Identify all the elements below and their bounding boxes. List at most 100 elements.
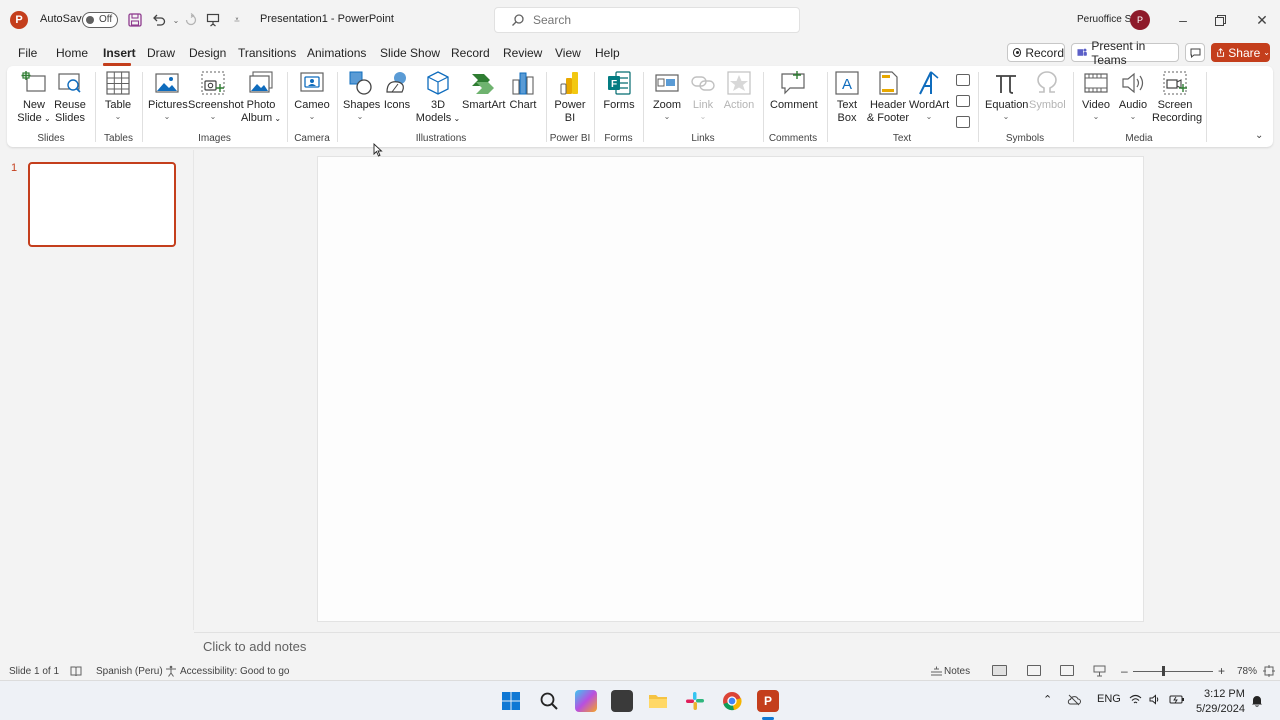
collapse-ribbon-icon[interactable]: ⌄ [1255,130,1263,141]
zoom-slider-thumb[interactable] [1162,666,1165,676]
zoom-in-icon[interactable]: + [1218,664,1225,678]
windows-start-icon[interactable] [500,690,522,712]
pictures-button[interactable]: Pictures ⌄ [148,70,188,122]
onedrive-icon[interactable] [1067,694,1081,706]
pictures-icon [155,73,179,93]
minimize-icon[interactable]: – [1173,10,1193,30]
slide-number-icon[interactable] [956,95,970,107]
normal-view-icon[interactable] [992,665,1007,676]
search-box[interactable] [494,7,800,33]
chrome-icon[interactable] [721,690,743,712]
tab-insert[interactable]: Insert [103,46,136,60]
zoom-slider[interactable] [1133,671,1213,672]
spelling-check-icon[interactable] [70,665,82,677]
file-explorer-icon[interactable] [647,690,669,712]
present-from-beginning-icon[interactable] [203,10,223,30]
avatar[interactable]: P [1130,10,1150,30]
screen-recording-button[interactable]: Screen Recording [1152,70,1202,125]
icons-button[interactable]: Icons [382,70,412,112]
powerpoint-taskbar-icon[interactable]: P [757,690,779,712]
action-icon [727,71,751,95]
notes-placeholder[interactable]: Click to add notes [203,639,306,654]
taskbar-search-icon[interactable] [538,690,560,712]
notifications-bell-icon[interactable] [1251,694,1263,707]
symbol-button[interactable]: Symbol [1029,70,1066,112]
tab-slide-show[interactable]: Slide Show [380,46,440,60]
reading-view-icon[interactable] [1060,665,1074,676]
screenshot-button[interactable]: Screenshot ⌄ [188,70,244,122]
chart-button[interactable]: Chart [508,70,538,112]
new-slide-button[interactable]: New Slide ⌄ [17,70,51,125]
tab-design[interactable]: Design [189,46,226,60]
restore-icon[interactable] [1210,10,1230,30]
table-label: Table [104,99,132,111]
tab-record[interactable]: Record [451,46,490,60]
photo-album-button[interactable]: Photo Album ⌄ [240,70,282,125]
accessibility-status[interactable]: Accessibility: Good to go [180,666,290,677]
record-button[interactable]: Record [1007,43,1065,62]
input-language[interactable]: ENG [1097,693,1121,705]
wifi-icon[interactable] [1129,694,1142,705]
tab-home[interactable]: Home [56,46,88,60]
text-box-button[interactable]: A Text Box [833,70,861,125]
volume-icon[interactable] [1149,694,1161,705]
fit-to-window-icon[interactable] [1263,665,1275,677]
slide-sorter-icon[interactable] [1027,665,1041,676]
link-button[interactable]: Link ⌄ [688,70,718,122]
comments-icon[interactable] [1185,43,1205,62]
tab-transitions[interactable]: Transitions [238,46,296,60]
object-icon[interactable] [956,116,970,128]
notes-divider[interactable] [194,632,1280,633]
present-in-teams-button[interactable]: Present in Teams [1071,39,1179,67]
3d-models-button[interactable]: 3D Models ⌄ [415,70,461,125]
table-button[interactable]: Table ⌄ [103,70,133,122]
smartart-button[interactable]: SmartArt [462,70,505,112]
comment-button[interactable]: Comment [770,70,818,112]
forms-button[interactable]: F Forms [602,70,636,112]
zoom-level[interactable]: 78% [1237,666,1257,677]
autosave-toggle[interactable]: Off [82,12,118,28]
header-footer-label-2: & Footer [866,112,910,124]
screenshot-label: Screenshot [188,99,244,111]
zoom-out-icon[interactable]: – [1121,664,1128,678]
slack-icon[interactable] [684,690,706,712]
wordart-button[interactable]: WordArt ⌄ [909,70,949,122]
close-icon[interactable]: ✕ [1252,10,1272,30]
slide-show-icon[interactable] [1093,665,1106,677]
shapes-button[interactable]: Shapes ⌄ [343,70,380,122]
audio-button[interactable]: Audio ⌄ [1117,70,1149,122]
tab-review[interactable]: Review [503,46,542,60]
power-bi-button[interactable]: Power BI [553,70,587,125]
teams-icon [1077,48,1087,56]
tab-draw[interactable]: Draw [147,46,175,60]
customize-qat-icon[interactable]: ⩡ [227,10,247,30]
group-divider [827,72,828,142]
zoom-button[interactable]: Zoom ⌄ [650,70,684,122]
share-button[interactable]: Share ⌄ [1211,43,1270,62]
tab-view[interactable]: View [555,46,581,60]
slide-thumbnail[interactable] [28,162,176,247]
copilot-icon[interactable] [575,690,597,712]
notes-toggle[interactable]: Notes [944,666,970,677]
show-hidden-icons-icon[interactable]: ⌃ [1043,693,1052,706]
pane-divider[interactable] [193,150,194,630]
redo-icon[interactable] [181,10,201,30]
cameo-button[interactable]: Cameo ⌄ [294,70,330,122]
slide-canvas[interactable] [317,156,1144,622]
date-time-icon[interactable] [956,74,970,86]
equation-button[interactable]: Equation ⌄ [985,70,1028,122]
terminal-icon[interactable] [611,690,633,712]
language-indicator[interactable]: Spanish (Peru) [96,666,163,677]
save-icon[interactable] [125,10,145,30]
battery-icon[interactable] [1169,694,1185,705]
tab-file[interactable]: File [18,46,37,60]
tab-animations[interactable]: Animations [307,46,366,60]
video-button[interactable]: Video ⌄ [1080,70,1112,122]
tab-help[interactable]: Help [595,46,620,60]
reuse-slides-button[interactable]: Reuse Slides [54,70,86,125]
user-name[interactable]: Peruoffice S [1077,14,1131,25]
search-input[interactable] [533,12,783,28]
action-button[interactable]: Action [721,70,757,112]
system-clock[interactable]: 3:12 PM 5/29/2024 [1196,687,1245,717]
header-footer-button[interactable]: Header & Footer [865,70,911,125]
